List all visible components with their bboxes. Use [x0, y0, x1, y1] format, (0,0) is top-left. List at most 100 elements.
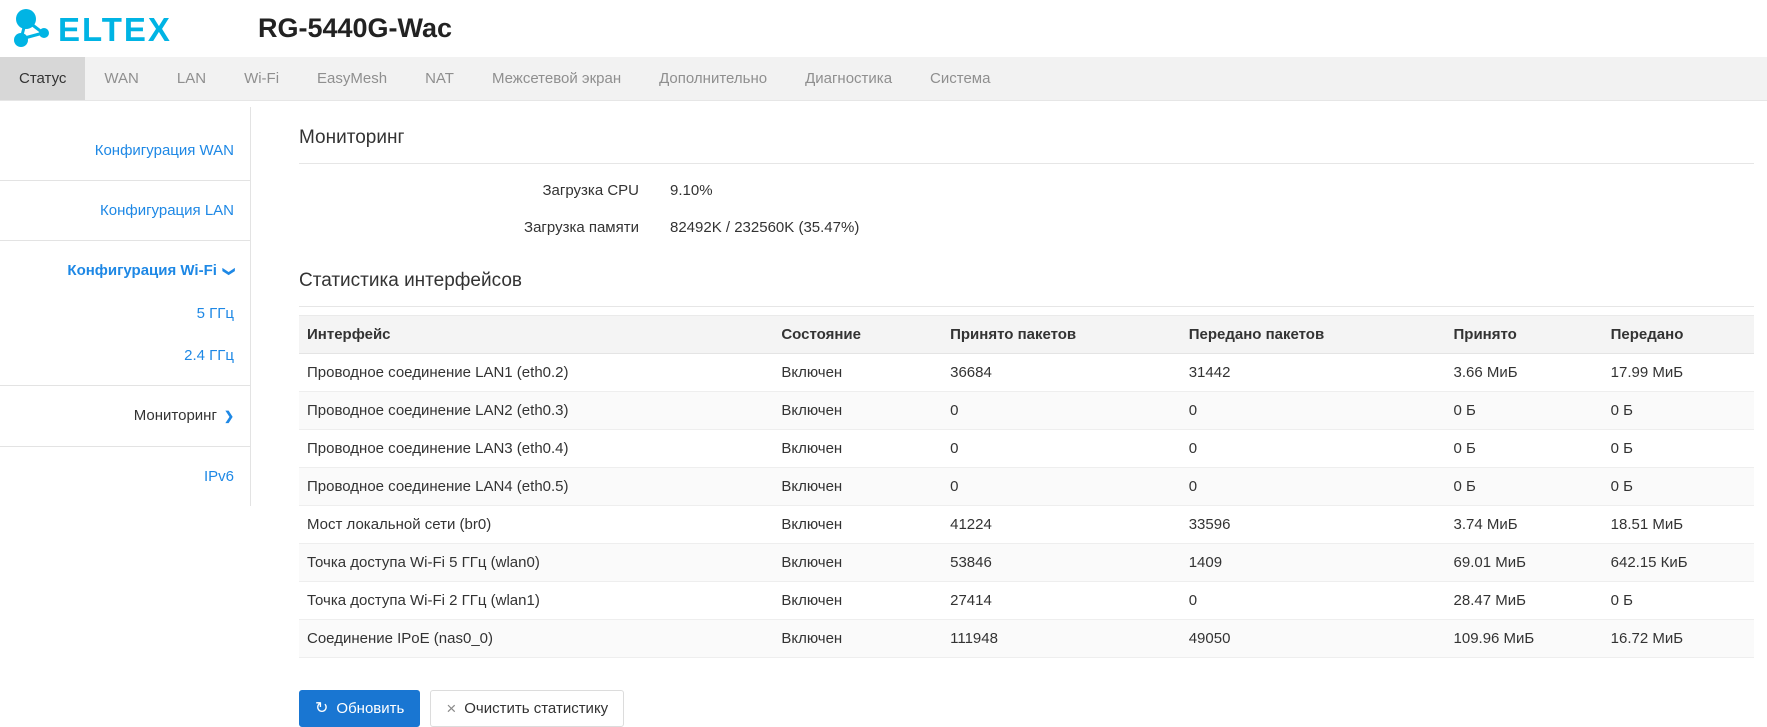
table-cell: 3.74 МиБ: [1446, 506, 1603, 544]
header: ELTEX RG-5440G-Wac: [0, 0, 1767, 57]
table-row: Мост локальной сети (br0)Включен41224335…: [299, 506, 1754, 544]
tab-easymesh[interactable]: EasyMesh: [298, 57, 406, 100]
sidebar-item-label: IPv6: [204, 468, 234, 485]
sidebar-item-wifi-5ghz[interactable]: 5 ГГц: [0, 301, 250, 326]
tab-diagnostics[interactable]: Диагностика: [786, 57, 911, 100]
table-cell: 18.51 МиБ: [1603, 506, 1754, 544]
table-cell: 69.01 МиБ: [1446, 544, 1603, 582]
table-cell: Включен: [773, 620, 942, 658]
main-nav: СтатусWANLANWi-FiEasyMeshNATМежсетевой э…: [0, 57, 1767, 101]
tab-firewall[interactable]: Межсетевой экран: [473, 57, 640, 100]
table-cell: 0: [1181, 430, 1446, 468]
memory-load-label: Загрузка памяти: [299, 209, 639, 246]
table-cell: 3.66 МиБ: [1446, 354, 1603, 392]
sidebar-item-ipv6[interactable]: IPv6: [0, 464, 250, 489]
table-cell: 41224: [942, 506, 1181, 544]
sidebar-item-label: Конфигурация WAN: [95, 142, 234, 159]
sidebar-item-wifi-config[interactable]: Конфигурация Wi-Fi❯: [0, 258, 250, 284]
table-cell: 33596: [1181, 506, 1446, 544]
refresh-button-label: Обновить: [336, 700, 404, 717]
tab-lan[interactable]: LAN: [158, 57, 225, 100]
sidebar-item-wifi-24ghz[interactable]: 2.4 ГГц: [0, 343, 250, 368]
table-row: Проводное соединение LAN3 (eth0.4)Включе…: [299, 430, 1754, 468]
sidebar-item-label: 5 ГГц: [197, 305, 234, 322]
main-content: Мониторинг Загрузка CPU 9.10% Загрузка п…: [251, 101, 1767, 727]
sidebar-item-lan-config[interactable]: Конфигурация LAN: [0, 198, 250, 223]
interface-statistics-table: ИнтерфейсСостояниеПринято пакетовПередан…: [299, 315, 1754, 658]
cpu-load-value: 9.10%: [670, 172, 713, 209]
sidebar-item-label: Конфигурация LAN: [100, 202, 234, 219]
table-cell: Проводное соединение LAN1 (eth0.2): [299, 354, 773, 392]
table-cell: Мост локальной сети (br0): [299, 506, 773, 544]
sidebar-item-label: Мониторинг: [134, 407, 217, 424]
eltex-logo-text: ELTEX: [58, 11, 172, 48]
tab-status[interactable]: Статус: [0, 57, 85, 100]
table-header-row: ИнтерфейсСостояниеПринято пакетовПередан…: [299, 316, 1754, 354]
table-cell: 0 Б: [1446, 468, 1603, 506]
table-cell: Включен: [773, 354, 942, 392]
table-row: Соединение IPoE (nas0_0)Включен111948490…: [299, 620, 1754, 658]
table-cell: Точка доступа Wi-Fi 2 ГГц (wlan1): [299, 582, 773, 620]
memory-load-value: 82492K / 232560K (35.47%): [670, 209, 859, 246]
table-cell: Включен: [773, 582, 942, 620]
table-row: Проводное соединение LAN2 (eth0.3)Включе…: [299, 392, 1754, 430]
table-cell: 0 Б: [1603, 430, 1754, 468]
layout: Конфигурация WAN Конфигурация LAN Конфигур…: [0, 101, 1767, 727]
table-cell: 0 Б: [1603, 392, 1754, 430]
table-cell: Проводное соединение LAN4 (eth0.5): [299, 468, 773, 506]
memory-load-row: Загрузка памяти 82492K / 232560K (35.47%…: [299, 209, 1754, 246]
table-cell: Включен: [773, 506, 942, 544]
column-header: Интерфейс: [299, 316, 773, 354]
sidebar-section: Конфигурация WAN: [0, 121, 250, 181]
table-cell: Соединение IPoE (nas0_0): [299, 620, 773, 658]
tab-system[interactable]: Система: [911, 57, 1009, 100]
table-cell: Включен: [773, 392, 942, 430]
column-header: Состояние: [773, 316, 942, 354]
tab-wifi[interactable]: Wi-Fi: [225, 57, 298, 100]
table-row: Точка доступа Wi-Fi 5 ГГц (wlan0)Включен…: [299, 544, 1754, 582]
table-cell: 53846: [942, 544, 1181, 582]
divider: [299, 163, 1754, 164]
table-cell: Точка доступа Wi-Fi 5 ГГц (wlan0): [299, 544, 773, 582]
table-cell: 0: [942, 392, 1181, 430]
table-cell: 0 Б: [1446, 430, 1603, 468]
interface-statistics-title: Статистика интерфейсов: [299, 270, 1754, 292]
clear-statistics-button-label: Очистить статистику: [464, 700, 608, 717]
table-cell: 0 Б: [1603, 468, 1754, 506]
table-row: Проводное соединение LAN4 (eth0.5)Включе…: [299, 468, 1754, 506]
table-cell: 16.72 МиБ: [1603, 620, 1754, 658]
table-row: Точка доступа Wi-Fi 2 ГГц (wlan1)Включен…: [299, 582, 1754, 620]
tab-nat[interactable]: NAT: [406, 57, 473, 100]
actions-bar: ↻ Обновить × Очистить статистику: [299, 690, 1754, 727]
sidebar-section: IPv6: [0, 447, 250, 506]
clear-statistics-button[interactable]: × Очистить статистику: [430, 690, 624, 727]
tab-advanced[interactable]: Дополнительно: [640, 57, 786, 100]
refresh-icon: ↻: [315, 701, 328, 717]
column-header: Передано пакетов: [1181, 316, 1446, 354]
sidebar-section: Конфигурация LAN: [0, 181, 250, 241]
sidebar: Конфигурация WAN Конфигурация LAN Конфигур…: [0, 107, 251, 506]
table-cell: 1409: [1181, 544, 1446, 582]
eltex-logo: ELTEX: [10, 7, 258, 51]
table-cell: 0: [1181, 392, 1446, 430]
column-header: Принято: [1446, 316, 1603, 354]
table-row: Проводное соединение LAN1 (eth0.2)Включе…: [299, 354, 1754, 392]
sidebar-item-label: Конфигурация Wi-Fi: [67, 262, 217, 279]
close-icon: ×: [446, 700, 456, 717]
table-cell: 0: [942, 468, 1181, 506]
column-header: Принято пакетов: [942, 316, 1181, 354]
refresh-button[interactable]: ↻ Обновить: [299, 690, 420, 727]
table-cell: 0: [1181, 468, 1446, 506]
sidebar-item-label: 2.4 ГГц: [184, 347, 234, 364]
monitoring-title: Мониторинг: [299, 127, 1754, 149]
sidebar-item-wan-config[interactable]: Конфигурация WAN: [0, 138, 250, 163]
sidebar-item-monitoring[interactable]: Мониторинг❯: [0, 403, 250, 429]
logo-molecule-node: [16, 9, 36, 29]
table-cell: 28.47 МиБ: [1446, 582, 1603, 620]
table-cell: Включен: [773, 468, 942, 506]
cpu-load-label: Загрузка CPU: [299, 172, 639, 209]
column-header: Передано: [1603, 316, 1754, 354]
table-cell: 31442: [1181, 354, 1446, 392]
table-cell: 642.15 КиБ: [1603, 544, 1754, 582]
tab-wan[interactable]: WAN: [85, 57, 157, 100]
